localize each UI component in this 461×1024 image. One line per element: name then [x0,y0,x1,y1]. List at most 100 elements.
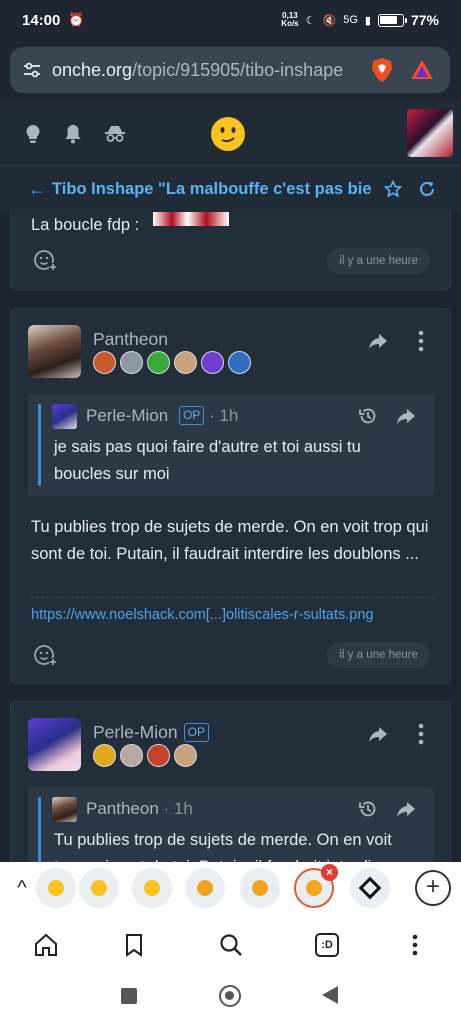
post-time[interactable]: il y a une heure [327,642,430,668]
quote-author[interactable]: Pantheon · 1h [86,799,193,819]
topic-title[interactable]: Tibo Inshape "La malbouffe c'est pas bie [52,180,372,199]
quote-block: Perle-Mion OP · 1h je sais pas quoi fair… [28,394,434,496]
battery-fill [380,16,397,24]
system-navigation [0,976,461,1024]
back-button[interactable] [322,986,338,1004]
lightbulb-icon[interactable] [22,123,44,145]
signal-icon: ▮ [364,14,371,27]
url-domain: onche.org [52,59,133,80]
home-icon[interactable] [33,932,59,958]
badge[interactable] [228,351,251,374]
status-time: 14:00 [22,11,61,29]
site-logo-smiley-icon[interactable] [210,116,246,152]
badge[interactable] [147,351,170,374]
quote-bar [38,404,41,486]
quote-author-name: Pantheon [86,799,159,818]
add-reaction-icon[interactable] [33,643,57,667]
close-tab-icon[interactable]: × [321,864,338,881]
more-options-icon[interactable] [418,723,424,745]
badge[interactable] [174,744,197,767]
author-avatar[interactable] [28,325,81,378]
tab-favicon-icon [91,880,107,896]
browser-bottom-nav: :D [0,914,461,976]
recents-button[interactable] [121,988,137,1004]
tab-favicon-icon [144,880,160,896]
site-toolbar [0,102,461,166]
tab-favicon-icon [252,880,268,896]
badge[interactable] [93,351,116,374]
url-path: /topic/915905/tibo-inshape [132,59,344,80]
author-name[interactable]: Perle-Mion OP [93,722,209,743]
incognito-icon[interactable] [102,123,128,145]
badge[interactable] [201,351,224,374]
bookmark-icon[interactable] [121,932,147,958]
moon-icon: ☾ [305,14,316,27]
new-tab-button[interactable]: + [415,870,451,906]
browser-tab[interactable] [350,868,390,908]
status-right: 0,13 Ko/s ☾ 🔇 5G ▮ 77% [281,12,439,29]
back-arrow-icon[interactable]: ← [28,179,46,200]
quote-avatar[interactable] [52,797,77,822]
mute-icon: 🔇 [322,14,337,27]
address-bar[interactable]: onche.org/topic/915905/tibo-inshape [10,47,450,93]
browser-tab[interactable] [132,868,172,908]
post-text: Tu publies trop de sujets de merde. On e… [31,518,429,563]
star-icon[interactable] [384,180,402,198]
share-icon[interactable] [368,724,388,744]
quote-share-icon[interactable] [396,799,416,819]
url-text[interactable]: onche.org/topic/915905/tibo-inshape [52,60,362,81]
user-avatar[interactable] [407,109,453,157]
browser-tab[interactable] [185,868,225,908]
author-name-text: Perle-Mion [93,722,178,742]
post-card: La boucle fdp : il y a une heure [10,212,451,290]
badge[interactable] [120,744,143,767]
quote-avatar[interactable] [52,404,77,429]
net-speed: 0,13 Ko/s [281,12,298,28]
tab-favicon-icon [306,880,322,896]
browser-tab[interactable] [240,868,280,908]
author-avatar[interactable] [28,718,81,771]
refresh-icon[interactable] [418,180,436,198]
more-options-icon[interactable] [418,330,424,352]
badge[interactable] [174,351,197,374]
quote-text: je sais pas quoi faire d'autre et toi au… [54,438,361,483]
post-text: La boucle fdp : [31,216,140,234]
quote-author[interactable]: Perle-Mion OP · 1h [86,406,238,426]
battery-percent: 77% [410,12,439,28]
add-reaction-icon[interactable] [33,248,57,272]
quote-share-icon[interactable] [396,406,416,426]
history-icon[interactable] [358,406,378,426]
brave-rewards-icon[interactable] [410,58,434,82]
battery-icon [377,13,407,27]
op-badge: OP [183,723,209,742]
post-image[interactable] [153,212,229,226]
menu-icon[interactable] [402,932,428,958]
share-icon[interactable] [368,331,388,351]
post-time[interactable]: il y a une heure [327,248,430,274]
status-bar: 14:00 ⏰ 0,13 Ko/s ☾ 🔇 5G ▮ 77% [0,0,461,40]
badge[interactable] [120,351,143,374]
alarm-icon: ⏰ [68,12,85,27]
bell-icon[interactable] [62,123,84,145]
badge[interactable] [147,744,170,767]
tab-strip: ^ × + [0,862,461,914]
divider [31,597,434,598]
tab-favicon-icon [358,876,382,900]
home-button[interactable] [219,985,241,1007]
browser-tab[interactable] [36,868,76,908]
network-label: 5G [343,14,358,26]
browser-tab[interactable] [79,868,119,908]
author-badges [93,351,251,374]
browser-tab-active[interactable]: × [294,864,338,908]
author-name[interactable]: Pantheon [93,329,168,350]
badge[interactable] [93,744,116,767]
tabs-button[interactable]: :D [315,933,339,957]
topic-header: ← Tibo Inshape "La malbouffe c'est pas b… [0,166,461,212]
search-icon[interactable] [218,932,244,958]
quote-author-name: Perle-Mion [86,406,169,425]
brave-shield-icon[interactable] [370,57,394,83]
post-link[interactable]: https://www.noelshack.com[...]olitiscale… [31,607,374,623]
author-badges [93,744,197,767]
site-settings-icon[interactable] [22,60,42,80]
history-icon[interactable] [358,799,378,819]
